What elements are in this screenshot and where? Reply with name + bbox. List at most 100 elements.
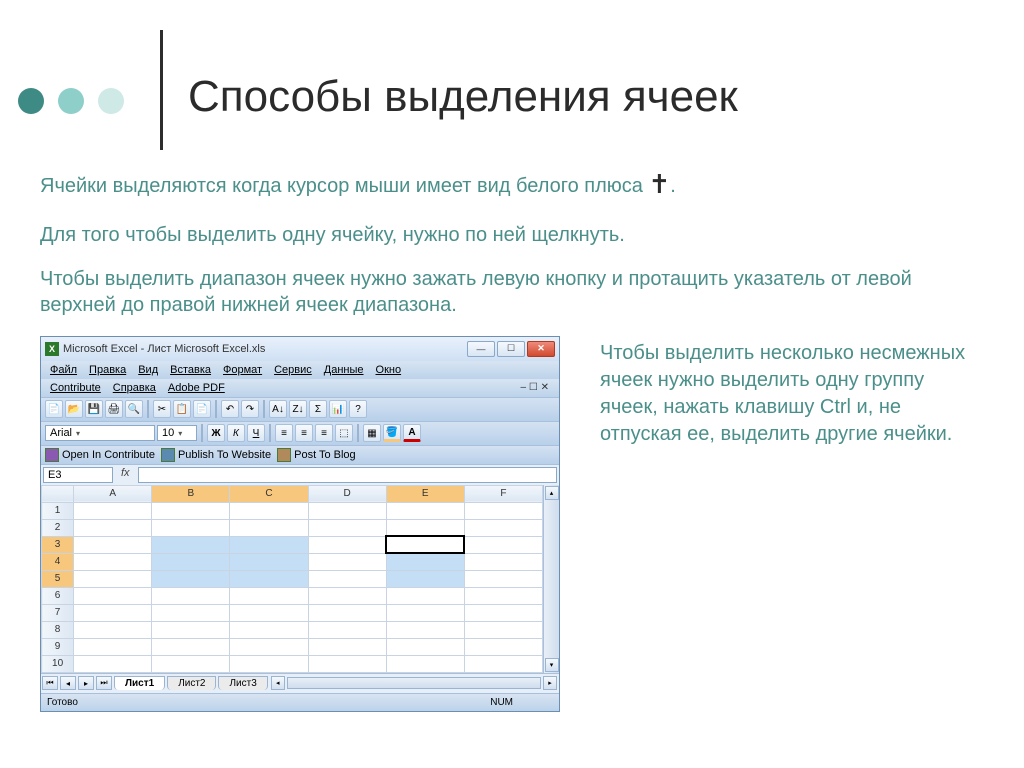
tab-nav-last[interactable]: ⏭	[96, 676, 112, 690]
row-header[interactable]: 10	[42, 655, 74, 672]
preview-button[interactable]: 🔍	[125, 400, 143, 418]
cell[interactable]	[308, 587, 386, 604]
undo-button[interactable]: ↶	[221, 400, 239, 418]
horizontal-scrollbar[interactable]: ◂ ▸	[269, 675, 559, 691]
scroll-up-button[interactable]: ▴	[545, 486, 559, 500]
cell[interactable]	[152, 655, 230, 672]
vertical-scrollbar[interactable]: ▴ ▾	[543, 485, 559, 673]
cell[interactable]	[152, 519, 230, 536]
menu-insert[interactable]: Вставка	[165, 363, 216, 377]
cell[interactable]	[386, 502, 464, 519]
print-button[interactable]: 🖨	[105, 400, 123, 418]
menu-help[interactable]: Справка	[108, 381, 161, 395]
cell-selected[interactable]	[386, 570, 464, 587]
autosum-button[interactable]: Σ	[309, 400, 327, 418]
tab-nav-first[interactable]: ⏮	[42, 676, 58, 690]
tab-nav-next[interactable]: ▸	[78, 676, 94, 690]
cell[interactable]	[152, 604, 230, 621]
select-all-corner[interactable]	[42, 485, 74, 502]
cell[interactable]	[386, 587, 464, 604]
cell[interactable]	[464, 553, 542, 570]
copy-button[interactable]: 📋	[173, 400, 191, 418]
save-button[interactable]: 💾	[85, 400, 103, 418]
tab-nav-prev[interactable]: ◂	[60, 676, 76, 690]
sort-desc-button[interactable]: Z↓	[289, 400, 307, 418]
font-size-select[interactable]: 10▾	[157, 425, 197, 441]
cell[interactable]	[74, 502, 152, 519]
maximize-button[interactable]: ☐	[497, 341, 525, 357]
name-box[interactable]: E3	[43, 467, 113, 483]
cell-selected[interactable]	[152, 553, 230, 570]
row-header[interactable]: 7	[42, 604, 74, 621]
row-header[interactable]: 1	[42, 502, 74, 519]
font-color-button[interactable]: A	[403, 424, 421, 442]
cell[interactable]	[230, 655, 308, 672]
row-header[interactable]: 3	[42, 536, 74, 553]
col-header-a[interactable]: A	[74, 485, 152, 502]
cell[interactable]	[74, 553, 152, 570]
row-header[interactable]: 5	[42, 570, 74, 587]
sort-asc-button[interactable]: A↓	[269, 400, 287, 418]
cell[interactable]	[230, 604, 308, 621]
cell[interactable]	[464, 536, 542, 553]
cell[interactable]	[74, 570, 152, 587]
cell[interactable]	[152, 502, 230, 519]
cell[interactable]	[464, 519, 542, 536]
scroll-track[interactable]	[287, 677, 541, 689]
cut-button[interactable]: ✂	[153, 400, 171, 418]
cell[interactable]	[74, 587, 152, 604]
menu-view[interactable]: Вид	[133, 363, 163, 377]
formula-bar[interactable]	[138, 467, 557, 483]
row-header[interactable]: 8	[42, 621, 74, 638]
cell[interactable]	[152, 621, 230, 638]
font-name-select[interactable]: Arial▾	[45, 425, 155, 441]
row-header[interactable]: 4	[42, 553, 74, 570]
cell[interactable]	[152, 638, 230, 655]
spreadsheet-grid[interactable]: A B C D E F 1 2 3 4 5 6 7	[41, 485, 543, 673]
cell[interactable]	[308, 570, 386, 587]
menu-file[interactable]: Файл	[45, 363, 82, 377]
cell[interactable]	[386, 638, 464, 655]
paste-button[interactable]: 📄	[193, 400, 211, 418]
sheet-tab-3[interactable]: Лист3	[218, 676, 267, 690]
cell[interactable]	[230, 638, 308, 655]
col-header-b[interactable]: B	[152, 485, 230, 502]
cell-active[interactable]	[386, 536, 464, 553]
align-center-button[interactable]: ≡	[295, 424, 313, 442]
contribute-post[interactable]: Post To Blog	[277, 448, 356, 462]
sheet-tab-2[interactable]: Лист2	[167, 676, 216, 690]
doc-close-icon[interactable]: – ☐ ✕	[515, 381, 555, 395]
titlebar[interactable]: X Microsoft Excel - Лист Microsoft Excel…	[41, 337, 559, 361]
cell-selected[interactable]	[230, 536, 308, 553]
cell-selected[interactable]	[386, 553, 464, 570]
menu-contribute[interactable]: Contribute	[45, 381, 106, 395]
row-header[interactable]: 9	[42, 638, 74, 655]
contribute-open[interactable]: Open In Contribute	[45, 448, 155, 462]
menu-tools[interactable]: Сервис	[269, 363, 317, 377]
chart-button[interactable]: 📊	[329, 400, 347, 418]
contribute-publish[interactable]: Publish To Website	[161, 448, 271, 462]
cell[interactable]	[464, 638, 542, 655]
cell[interactable]	[230, 519, 308, 536]
cell[interactable]	[308, 553, 386, 570]
cell[interactable]	[230, 587, 308, 604]
cell[interactable]	[464, 604, 542, 621]
cell[interactable]	[308, 604, 386, 621]
menu-window[interactable]: Окно	[371, 363, 407, 377]
cell[interactable]	[308, 655, 386, 672]
cell[interactable]	[308, 502, 386, 519]
row-header[interactable]: 6	[42, 587, 74, 604]
italic-button[interactable]: К	[227, 424, 245, 442]
open-button[interactable]: 📂	[65, 400, 83, 418]
menu-edit[interactable]: Правка	[84, 363, 131, 377]
cell-selected[interactable]	[230, 570, 308, 587]
scroll-right-button[interactable]: ▸	[543, 676, 557, 690]
cell[interactable]	[386, 655, 464, 672]
fill-color-button[interactable]: 🪣	[383, 424, 401, 442]
menu-format[interactable]: Формат	[218, 363, 267, 377]
new-button[interactable]: 📄	[45, 400, 63, 418]
cell[interactable]	[386, 621, 464, 638]
cell[interactable]	[386, 604, 464, 621]
minimize-button[interactable]: —	[467, 341, 495, 357]
menu-adobe[interactable]: Adobe PDF	[163, 381, 230, 395]
